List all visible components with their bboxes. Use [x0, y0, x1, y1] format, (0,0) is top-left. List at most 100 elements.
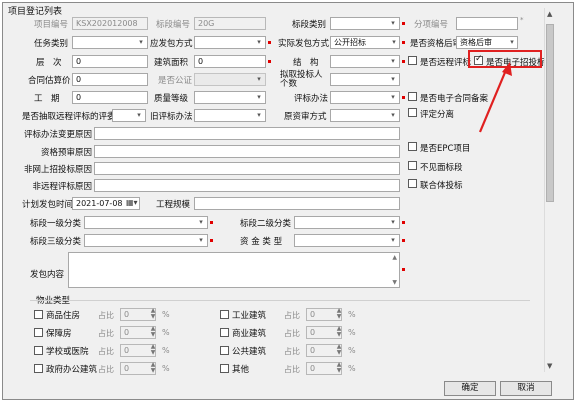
sub-item-no-field[interactable] — [456, 17, 518, 30]
intended-bidder-label: 拟取投标人个数 — [280, 70, 323, 89]
old-eval-method-label: 旧评标办法 — [150, 112, 193, 122]
separate-eval-label: 评定分离 — [420, 110, 455, 120]
property-right-checkbox[interactable] — [220, 310, 229, 319]
property-right-checkbox[interactable] — [220, 346, 229, 355]
property-right-checkbox[interactable] — [220, 328, 229, 337]
is-reserved-select[interactable]: ▾ — [194, 73, 266, 86]
intended-bidder-select[interactable]: ▾ — [330, 73, 400, 86]
no-face-checkbox[interactable] — [408, 161, 417, 170]
scrollbar-thumb[interactable] — [546, 24, 554, 202]
separate-eval-checkbox[interactable] — [408, 108, 417, 117]
non-remote-reason-field[interactable] — [94, 179, 400, 192]
joint-body-label: 联合体投标 — [420, 181, 463, 191]
bid-cat2-select[interactable]: ▾ — [294, 216, 400, 229]
original-capital-label: 原资审方式 — [284, 112, 327, 122]
build-area-field[interactable]: 0 — [194, 55, 266, 68]
chevron-down-icon: ▾ — [391, 93, 395, 101]
eval-method-select[interactable]: ▾ — [330, 91, 400, 104]
property-left-checkbox[interactable] — [34, 364, 43, 373]
quality-select[interactable]: ▾ — [194, 91, 266, 104]
contract-content-textarea[interactable]: ▲ ▼ — [68, 252, 400, 288]
original-capital-select[interactable]: ▾ — [330, 109, 400, 122]
task-type-select[interactable]: ▾ — [72, 36, 148, 49]
property-left-checkbox[interactable] — [34, 328, 43, 337]
property-right-label: 公共建筑 — [232, 347, 267, 357]
remote-draw-select[interactable]: ▾ — [112, 109, 146, 122]
non-remote-reason-label: 非远程评标原因 — [32, 182, 92, 192]
required-marker — [210, 221, 213, 224]
remote-eval-label: 是否远程评标 — [420, 58, 472, 68]
chevron-down-icon: ▾ — [391, 19, 395, 27]
spinner-icon[interactable]: ▲ ▼ — [334, 362, 344, 375]
build-area-label: 建筑面积 — [154, 58, 189, 68]
property-right-label: 工业建筑 — [232, 311, 267, 321]
property-left-checkbox[interactable] — [34, 346, 43, 355]
spinner-icon[interactable]: ▲ ▼ — [148, 344, 158, 357]
duration-field[interactable]: 0 — [72, 91, 148, 104]
floors-field[interactable]: 0 — [72, 55, 148, 68]
calendar-icon[interactable]: ▦▾ — [126, 198, 138, 207]
property-right-checkbox[interactable] — [220, 364, 229, 373]
window-title: 项目登记列表 — [8, 7, 63, 17]
contract-mode-select[interactable]: ▾ — [194, 36, 266, 49]
property-right-label: 商业建筑 — [232, 329, 267, 339]
scroll-down-arrow-icon[interactable]: ▼ — [547, 362, 552, 370]
ratio-label: 占比 — [284, 329, 300, 338]
property-left-label: 商品住房 — [46, 311, 81, 321]
bid-cat1-select[interactable]: ▾ — [84, 216, 208, 229]
structure-label: 结 构 — [293, 58, 319, 68]
task-type-label: 任务类别 — [34, 39, 69, 49]
ok-button[interactable]: 确定 — [444, 381, 496, 396]
property-left-label: 政府办公建筑 — [46, 365, 98, 375]
required-marker — [210, 239, 213, 242]
qual-review-label: 是否资格后审 — [410, 39, 462, 49]
ratio-label: 占比 — [98, 311, 114, 320]
epc-checkbox[interactable] — [408, 142, 417, 151]
chevron-down-icon: ▾ — [510, 38, 514, 46]
old-eval-method-select[interactable]: ▾ — [194, 109, 266, 122]
spinner-icon[interactable]: ▲ ▼ — [334, 308, 344, 321]
percent-sign: % — [162, 328, 170, 337]
chevron-down-icon: ▾ — [392, 38, 396, 46]
bid-cat3-select[interactable]: ▾ — [84, 234, 208, 247]
property-left-label: 学校或医院 — [46, 347, 89, 357]
property-left-checkbox[interactable] — [34, 310, 43, 319]
chevron-down-icon: ▾ — [391, 236, 395, 244]
chevron-down-icon: ▾ — [139, 38, 143, 46]
scroll-down-icon[interactable]: ▼ — [392, 279, 397, 286]
spinner-icon[interactable]: ▲ ▼ — [334, 326, 344, 339]
spinner-icon[interactable]: ▲ ▼ — [148, 362, 158, 375]
bid-type-label: 标段类别 — [292, 20, 327, 30]
contract-price-field[interactable]: 0 — [72, 73, 148, 86]
bid-type-select[interactable]: ▾ — [330, 17, 400, 30]
ratio-label: 占比 — [284, 311, 300, 320]
project-no-field[interactable]: KSX202012008 — [72, 17, 148, 30]
scroll-up-arrow-icon[interactable]: ▲ — [547, 10, 552, 18]
project-no-label: 项目编号 — [34, 20, 69, 30]
electronic-contract-checkbox[interactable] — [408, 92, 417, 101]
property-right-label: 其他 — [232, 365, 250, 375]
actual-contract-mode-label: 实际发包方式 — [278, 39, 330, 49]
scroll-up-icon[interactable]: ▲ — [392, 254, 397, 261]
non-online-reason-label: 非网上招投标原因 — [23, 165, 92, 175]
spinner-icon[interactable]: ▲ ▼ — [148, 326, 158, 339]
spinner-icon[interactable]: ▲ ▼ — [334, 344, 344, 357]
spinner-icon[interactable]: ▲ ▼ — [148, 308, 158, 321]
required-marker — [402, 221, 405, 224]
non-online-reason-field[interactable] — [94, 162, 400, 175]
joint-body-checkbox[interactable] — [408, 179, 417, 188]
bid-section-no-field[interactable]: 20G — [194, 17, 266, 30]
cancel-button[interactable]: 取消 — [500, 381, 552, 396]
structure-select[interactable]: ▾ — [330, 55, 400, 68]
project-scale-field[interactable] — [194, 197, 400, 210]
percent-sign: % — [162, 364, 170, 373]
annotation-arrow-icon — [478, 62, 512, 133]
eval-change-reason-field[interactable] — [94, 127, 400, 140]
qual-review-reason-field[interactable] — [94, 145, 400, 158]
quality-label: 质量等级 — [154, 94, 189, 104]
remote-eval-checkbox[interactable] — [408, 56, 417, 65]
chevron-down-icon: ▾ — [391, 75, 395, 83]
capital-type-select[interactable]: ▾ — [294, 234, 400, 247]
chevron-down-icon: ▾ — [257, 111, 261, 119]
ratio-label: 占比 — [98, 365, 114, 374]
